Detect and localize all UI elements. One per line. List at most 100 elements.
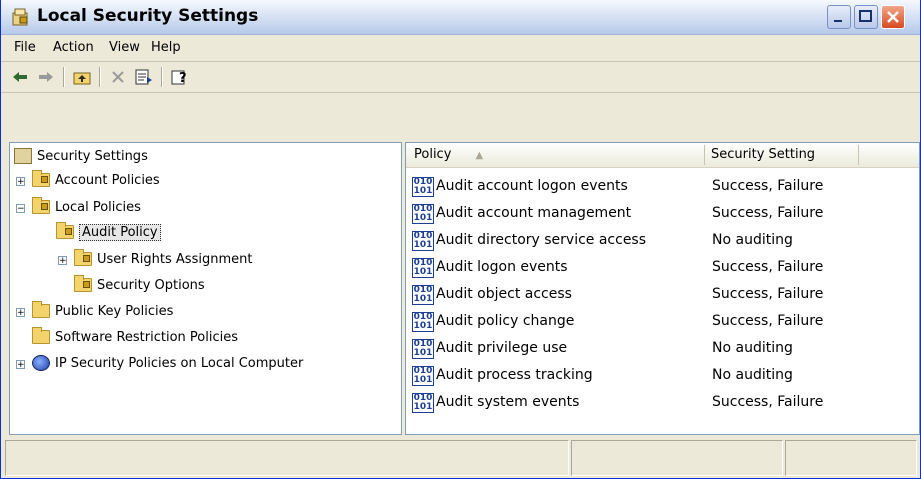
- tree-item-account-policies[interactable]: Account Policies: [32, 169, 160, 191]
- tree-item-public-key-policies[interactable]: Public Key Policies: [32, 300, 173, 322]
- sort-ascending-icon: ▲: [475, 150, 484, 161]
- policy-list-view[interactable]: Policy ▲ Security Setting 010 101 Audit ac…: [405, 142, 920, 435]
- locked-folder-icon: [32, 197, 50, 214]
- audit-policy-icon: 010 101: [412, 285, 434, 305]
- policy-row[interactable]: 010 101 Audit directory service access No a…: [406, 227, 919, 254]
- up-folder-icon: [73, 72, 91, 85]
- list-header: Policy ▲ Security Setting: [406, 143, 919, 168]
- status-bar: [1, 438, 920, 478]
- policy-row[interactable]: 010 101 Audit object access Success, Failur…: [406, 281, 919, 308]
- tree-item-label: Security Settings: [37, 148, 148, 164]
- forward-button[interactable]: [35, 66, 57, 88]
- policy-name: Audit logon events: [436, 259, 568, 275]
- tree-item-label: IP Security Policies on Local Computer: [55, 355, 304, 371]
- policy-name: Audit object access: [436, 286, 572, 302]
- local-security-settings-window: Local Security Settings File Action View…: [0, 0, 921, 479]
- help-icon: ?: [171, 70, 187, 86]
- policy-security-setting: Success, Failure: [712, 394, 824, 410]
- back-button[interactable]: [9, 66, 31, 88]
- policy-name: Audit account management: [436, 205, 632, 221]
- collapse-local-policies[interactable]: −: [16, 204, 25, 214]
- column-divider[interactable]: [858, 145, 859, 165]
- tree-item-security-options[interactable]: Security Options: [74, 274, 205, 296]
- tree-item-label: Audit Policy: [79, 223, 161, 241]
- expand-ip-security-policies[interactable]: +: [16, 360, 25, 370]
- locked-folder-icon: [74, 275, 92, 292]
- tree-item-local-policies[interactable]: Local Policies: [32, 196, 141, 218]
- maximize-button[interactable]: [854, 5, 878, 29]
- policy-row[interactable]: 010 101 Audit privilege use No auditing: [406, 335, 919, 362]
- tree-root-security-settings[interactable]: Security Settings: [14, 145, 148, 167]
- svg-text:?: ?: [179, 71, 187, 86]
- policy-security-setting: Success, Failure: [712, 313, 824, 329]
- menu-file[interactable]: File: [14, 40, 36, 55]
- column-header-policy[interactable]: Policy ▲: [414, 147, 483, 162]
- tree-item-label: Local Policies: [55, 199, 141, 215]
- policy-name: Audit system events: [436, 394, 580, 410]
- status-panel-main: [5, 440, 569, 476]
- expand-public-key-policies[interactable]: +: [16, 308, 25, 318]
- tree-item-label: Account Policies: [55, 172, 160, 188]
- policy-name: Audit privilege use: [436, 340, 568, 356]
- audit-policy-icon: 010 101: [412, 258, 434, 278]
- column-header-label: Policy: [414, 147, 452, 162]
- policy-name: Audit process tracking: [436, 367, 593, 383]
- audit-policy-icon: 010 101: [412, 312, 434, 332]
- menu-help[interactable]: Help: [151, 40, 181, 55]
- policy-name: Audit policy change: [436, 313, 575, 329]
- minimize-icon: [834, 20, 842, 22]
- tree-item-audit-policy[interactable]: Audit Policy: [56, 221, 161, 243]
- folder-icon: [32, 301, 50, 318]
- audit-policy-icon: 010 101: [412, 393, 434, 413]
- column-header-security-setting[interactable]: Security Setting: [711, 147, 815, 162]
- tree-item-label: Public Key Policies: [55, 303, 174, 319]
- minimize-button[interactable]: [827, 5, 851, 29]
- policy-security-setting: Success, Failure: [712, 259, 824, 275]
- locked-folder-icon: [56, 222, 74, 239]
- close-button[interactable]: [881, 5, 905, 29]
- expand-account-policies[interactable]: +: [16, 177, 25, 187]
- security-settings-icon: [14, 148, 32, 164]
- folder-icon: [32, 327, 50, 344]
- back-arrow-icon: [13, 72, 27, 82]
- audit-policy-icon: 010 101: [412, 204, 434, 224]
- menu-bar: File Action View Help: [1, 35, 920, 62]
- expand-user-rights-assignment[interactable]: +: [58, 256, 67, 266]
- export-list-button[interactable]: [133, 66, 155, 88]
- policy-row[interactable]: 010 101 Audit account logon events Success,…: [406, 173, 919, 200]
- window-title: Local Security Settings: [37, 6, 259, 26]
- close-icon: [887, 11, 899, 23]
- column-divider[interactable]: [704, 145, 705, 165]
- title-bar[interactable]: Local Security Settings: [1, 0, 920, 35]
- help-button[interactable]: ?: [169, 66, 191, 88]
- toolbar-separator: [161, 67, 163, 87]
- status-panel-middle: [571, 440, 783, 476]
- console-tree[interactable]: Security Settings + Account Policies − L…: [9, 142, 402, 435]
- audit-policy-icon: 010 101: [412, 366, 434, 386]
- forward-arrow-icon: [39, 72, 53, 82]
- policy-security-setting: Success, Failure: [712, 286, 824, 302]
- policy-security-setting: Success, Failure: [712, 205, 824, 221]
- locked-folder-icon: [32, 170, 50, 187]
- audit-policy-icon: 010 101: [412, 231, 434, 251]
- delete-button[interactable]: [107, 66, 129, 88]
- maximize-icon: [859, 10, 872, 22]
- locked-folder-icon: [74, 249, 92, 266]
- status-panel-right: [785, 440, 917, 476]
- tree-item-ip-security-policies[interactable]: IP Security Policies on Local Computer: [32, 352, 303, 374]
- tree-item-user-rights-assignment[interactable]: User Rights Assignment: [74, 248, 252, 270]
- tree-item-software-restriction-policies[interactable]: Software Restriction Policies: [32, 326, 238, 348]
- policy-row[interactable]: 010 101 Audit process tracking No auditing: [406, 362, 919, 389]
- policy-row[interactable]: 010 101 Audit policy change Success, Failur…: [406, 308, 919, 335]
- policy-name: Audit account logon events: [436, 178, 628, 194]
- toolbar-separator: [63, 67, 65, 87]
- policy-row[interactable]: 010 101 Audit account management Success, F…: [406, 200, 919, 227]
- menu-action[interactable]: Action: [53, 40, 94, 55]
- policy-name: Audit directory service access: [436, 232, 647, 248]
- policy-security-setting: No auditing: [712, 232, 793, 248]
- policy-row[interactable]: 010 101 Audit system events Success, Failur…: [406, 389, 919, 416]
- menu-view[interactable]: View: [109, 40, 140, 55]
- up-one-level-button[interactable]: [71, 66, 93, 88]
- tree-item-label: Security Options: [97, 277, 205, 293]
- policy-row[interactable]: 010 101 Audit logon events Success, Failure: [406, 254, 919, 281]
